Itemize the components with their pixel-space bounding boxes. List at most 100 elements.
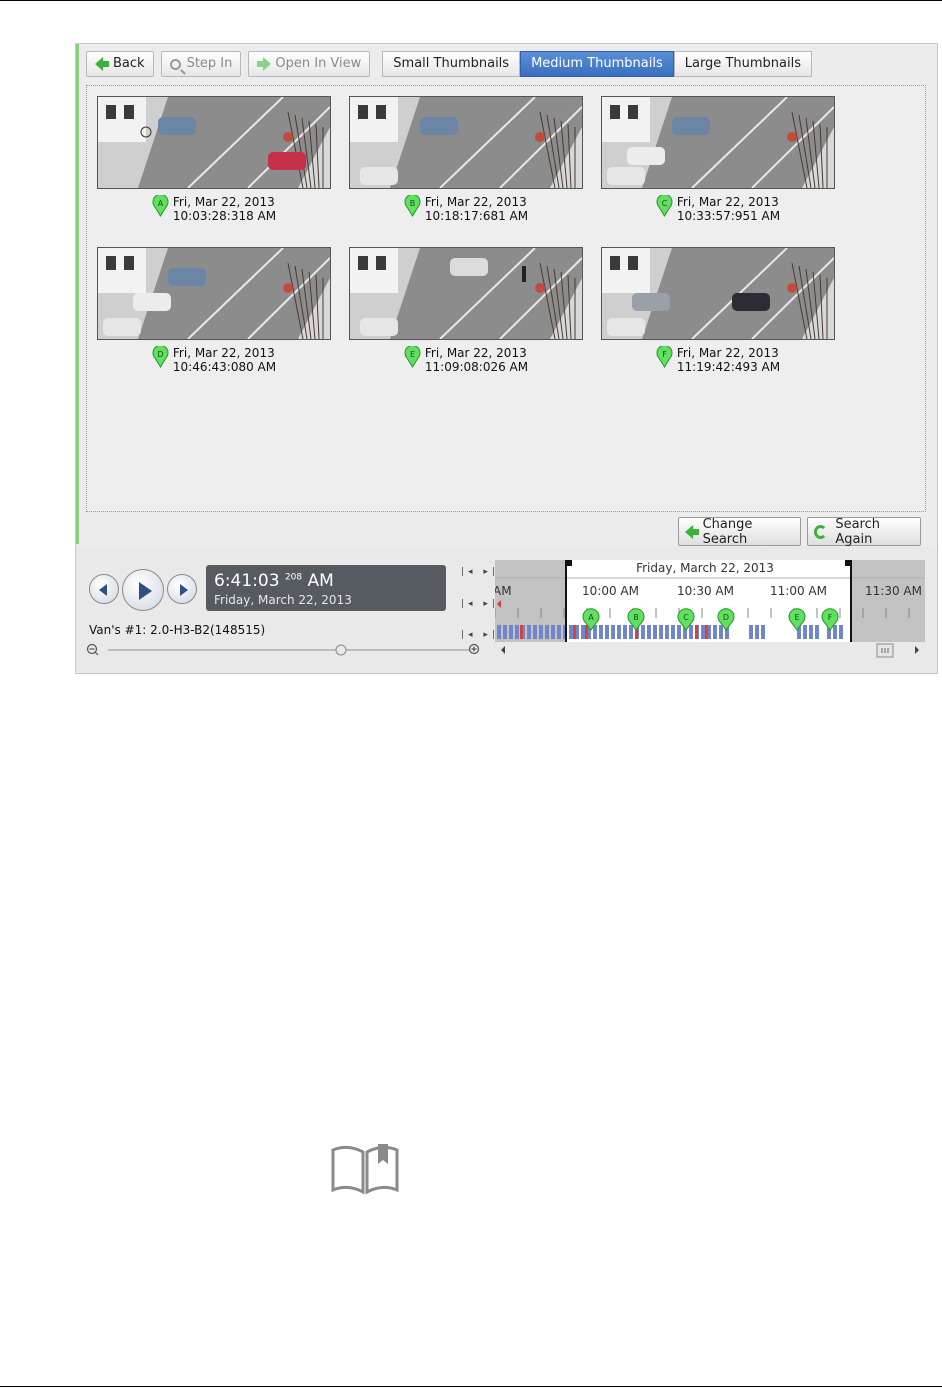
thumbnail-image[interactable] bbox=[349, 96, 583, 189]
event-bar bbox=[585, 625, 588, 639]
building-window bbox=[106, 105, 116, 119]
current-time-display: 6:41:03 208 AM Friday, March 22, 2013 bbox=[206, 565, 446, 611]
thumbnail-image[interactable] bbox=[601, 96, 835, 189]
page-top-rule bbox=[0, 0, 942, 1]
thumbnail-size-group: Small Thumbnails Medium Thumbnails Large… bbox=[382, 51, 812, 77]
result-date: Fri, Mar 22, 2013 bbox=[676, 195, 779, 209]
result-time: 10:46:43:080 AM bbox=[172, 360, 277, 374]
result-time: 11:09:08:026 AM bbox=[424, 360, 529, 374]
caption-text: Fri, Mar 22, 2013 10:33:57:951 AM bbox=[677, 195, 780, 223]
pin-letter: A bbox=[158, 199, 164, 208]
event-marker bbox=[497, 600, 501, 608]
medium-thumbnails-button[interactable]: Medium Thumbnails bbox=[520, 51, 674, 77]
timeline-tick-label: AM bbox=[495, 584, 512, 598]
pin-letter: E bbox=[410, 350, 415, 359]
results-area: A Fri, Mar 22, 2013 10:03:28:318 AM B Fri, M… bbox=[86, 85, 926, 512]
current-date: Friday, March 22, 2013 bbox=[214, 593, 352, 607]
thumbnail-image[interactable] bbox=[349, 247, 583, 340]
recording-bar bbox=[803, 625, 807, 639]
stop-sign bbox=[283, 132, 293, 142]
thumbnail-caption: B Fri, Mar 22, 2013 10:18:17:681 AM bbox=[349, 195, 583, 223]
recording-bar bbox=[527, 625, 531, 639]
play-button[interactable] bbox=[122, 569, 164, 611]
recording-bar bbox=[509, 625, 513, 639]
recording-bar bbox=[545, 625, 549, 639]
car bbox=[360, 318, 398, 336]
location-pin-icon: F bbox=[656, 346, 673, 368]
recording-bar bbox=[569, 625, 573, 639]
step-back-button[interactable] bbox=[89, 574, 119, 604]
recording-bar bbox=[671, 625, 675, 639]
result-thumbnail[interactable]: F Fri, Mar 22, 2013 11:19:42:493 AM bbox=[601, 247, 835, 374]
building-window bbox=[376, 256, 386, 270]
open-arrow-icon bbox=[263, 57, 272, 71]
street-scene-image bbox=[350, 248, 582, 339]
back-button[interactable]: Back bbox=[86, 51, 154, 77]
current-time: 6:41:03 208 AM bbox=[214, 571, 334, 591]
thumbnail-image[interactable] bbox=[97, 247, 331, 340]
search-again-label: Search Again bbox=[835, 516, 881, 547]
small-thumbnails-button[interactable]: Small Thumbnails bbox=[382, 51, 521, 77]
change-search-button[interactable]: Change Search bbox=[678, 517, 801, 547]
skip-buttons-row-2[interactable]: |◂ ▸| bbox=[461, 599, 499, 609]
result-thumbnail[interactable]: C Fri, Mar 22, 2013 10:33:57:951 AM bbox=[601, 96, 835, 223]
caption-text: Fri, Mar 22, 2013 10:46:43:080 AM bbox=[173, 346, 276, 374]
recording-bar bbox=[761, 625, 765, 639]
street-scene-image bbox=[98, 248, 330, 339]
step-forward-button[interactable] bbox=[167, 574, 197, 604]
pin-letter: C bbox=[662, 199, 668, 208]
street-scene-image bbox=[98, 97, 330, 188]
timeline-graphic[interactable]: Friday, March 22, 2013 AM 10:00 AM 10:30 AM… bbox=[495, 560, 925, 642]
search-again-button[interactable]: Search Again bbox=[807, 516, 921, 547]
medium-thumbnails-label: Medium Thumbnails bbox=[531, 56, 663, 71]
pin-letter: F bbox=[662, 350, 667, 359]
small-thumbnails-label: Small Thumbnails bbox=[393, 56, 510, 71]
event-bar bbox=[695, 625, 698, 639]
step-in-button[interactable]: Step In bbox=[160, 51, 242, 77]
large-thumbnails-button[interactable]: Large Thumbnails bbox=[673, 51, 812, 77]
timeline[interactable]: Friday, March 22, 2013 AM 10:00 AM 10:30 AM… bbox=[495, 560, 925, 642]
timeline-scrollbar[interactable] bbox=[495, 643, 925, 659]
zoom-in-icon bbox=[169, 58, 181, 70]
play-icon bbox=[139, 582, 152, 600]
thumbnail-caption: C Fri, Mar 22, 2013 10:33:57:951 AM bbox=[601, 195, 835, 223]
recording-bar bbox=[539, 625, 543, 639]
timeline-scrollbar-graphic[interactable] bbox=[495, 643, 925, 659]
recording-bar bbox=[839, 625, 843, 639]
caption-text: Fri, Mar 22, 2013 10:18:17:681 AM bbox=[425, 195, 528, 223]
open-in-view-button[interactable]: Open In View bbox=[248, 51, 371, 77]
building-window bbox=[628, 256, 638, 270]
range-end-handle bbox=[845, 560, 851, 566]
result-time: 10:33:57:951 AM bbox=[676, 209, 781, 223]
result-thumbnail[interactable]: D Fri, Mar 22, 2013 10:46:43:080 AM bbox=[97, 247, 331, 374]
recording-bar bbox=[623, 625, 627, 639]
recording-bar bbox=[503, 625, 507, 639]
skip-buttons-row-3[interactable]: |◂ ▸| bbox=[461, 630, 499, 640]
timeline-marker-letter: A bbox=[588, 613, 594, 622]
timeline-tick-label: 10:00 AM bbox=[582, 584, 639, 598]
result-thumbnail[interactable]: A Fri, Mar 22, 2013 10:03:28:318 AM bbox=[97, 96, 331, 223]
recording-bar bbox=[809, 625, 813, 639]
building-window bbox=[358, 256, 368, 270]
skip-buttons-row-1[interactable]: |◂ ▸| bbox=[461, 567, 499, 577]
timeline-marker-letter: B bbox=[633, 613, 639, 622]
search-results-window: Back Step In Open In View Small Thumbnai… bbox=[75, 43, 938, 674]
building-window bbox=[610, 256, 620, 270]
book-note-icon bbox=[331, 1144, 399, 1195]
result-date: Fri, Mar 22, 2013 bbox=[172, 346, 275, 360]
zoom-out-handle bbox=[94, 651, 99, 656]
thumbnail-image[interactable] bbox=[97, 96, 331, 189]
thumbnail-caption: A Fri, Mar 22, 2013 10:03:28:318 AM bbox=[97, 195, 331, 223]
result-date: Fri, Mar 22, 2013 bbox=[424, 195, 527, 209]
building-window bbox=[124, 105, 134, 119]
result-thumbnail[interactable]: B Fri, Mar 22, 2013 10:18:17:681 AM bbox=[349, 96, 583, 223]
thumbnail-image[interactable] bbox=[601, 247, 835, 340]
timeline-date: Friday, March 22, 2013 bbox=[636, 561, 774, 575]
building bbox=[350, 97, 398, 142]
timeline-marker-letter: C bbox=[683, 613, 689, 622]
recording-bar bbox=[581, 625, 585, 639]
zoom-slider[interactable] bbox=[86, 642, 486, 658]
change-search-arrow-icon bbox=[685, 524, 693, 539]
recording-bar bbox=[629, 625, 633, 639]
result-thumbnail[interactable]: E Fri, Mar 22, 2013 11:09:08:026 AM bbox=[349, 247, 583, 374]
